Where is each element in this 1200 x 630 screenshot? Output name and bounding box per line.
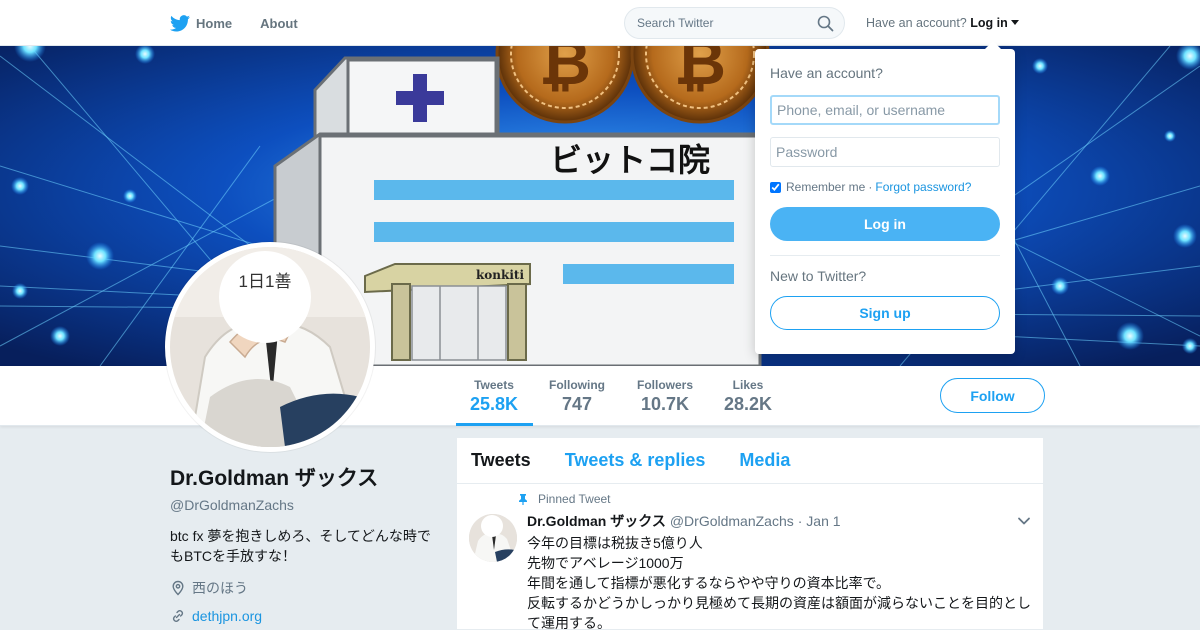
- tweet-author-avatar[interactable]: [469, 514, 517, 562]
- login-prompt: Have an account? Log in: [866, 16, 1019, 30]
- twitter-bird-icon: [170, 14, 190, 31]
- timeline-tabs: Tweets Tweets & replies Media: [457, 438, 1043, 484]
- stat-label: Tweets: [474, 378, 514, 392]
- forgot-password-link[interactable]: Forgot password?: [875, 180, 971, 194]
- tweet-header: Dr.Goldman ザックス @DrGoldmanZachs · Jan 1: [527, 511, 1031, 531]
- profile-bio: btc fx 夢を抱きしめろ、そしてどんな時でもBTCを手放すな！: [170, 528, 431, 564]
- follow-button[interactable]: Follow: [940, 378, 1045, 413]
- bitcoin-symbol-icon: ₿: [674, 46, 726, 100]
- stat-value: 25.8K: [470, 394, 519, 414]
- tweet-author-handle[interactable]: @DrGoldmanZachs: [670, 513, 794, 529]
- profile-website[interactable]: dethjpn.org: [170, 608, 440, 624]
- search-box[interactable]: [624, 7, 845, 39]
- remember-me-checkbox[interactable]: [770, 181, 781, 193]
- login-dropdown-toggle[interactable]: Log in: [970, 16, 1019, 30]
- search-input[interactable]: [637, 16, 807, 30]
- nav-left: Home About: [170, 0, 326, 46]
- bitcoin-symbol-icon: ₿: [539, 46, 591, 100]
- shop-sign: konkiti: [476, 268, 524, 282]
- separator-dot: ·: [868, 180, 873, 194]
- tweet-text-line: 今年の目標は税抜き5億り人: [527, 535, 703, 551]
- remember-me-row: Remember me · Forgot password?: [770, 180, 1000, 194]
- stat-following[interactable]: Following 747: [547, 378, 607, 415]
- tweet-text-line: 反転するかどうかしっかり見極めて長期の資産は額面が減らないことを目的として運用す…: [527, 595, 1031, 630]
- stat-label: Following: [549, 378, 605, 392]
- remember-me-label[interactable]: Remember me: [786, 180, 865, 194]
- dropdown-heading: Have an account?: [770, 65, 883, 81]
- stat-label: Likes: [732, 378, 764, 392]
- profile-display-name[interactable]: Dr.Goldman ザックス: [170, 462, 440, 492]
- login-link-label: Log in: [970, 16, 1008, 30]
- tab-tweets[interactable]: Tweets: [471, 450, 531, 471]
- login-button[interactable]: Log in: [770, 207, 1000, 241]
- signup-button[interactable]: Sign up: [770, 296, 1000, 330]
- stat-followers[interactable]: Followers 10.7K: [635, 378, 695, 415]
- profile-avatar[interactable]: 1日1善: [165, 242, 375, 452]
- pinned-tweet[interactable]: Pinned Tweet Dr.Goldman ザックス @DrGoldmanZ…: [457, 484, 1043, 630]
- building-sign: ビットコ院: [550, 141, 710, 179]
- timeline: Tweets Tweets & replies Media Pinned Twe…: [456, 437, 1044, 630]
- about-link[interactable]: About: [260, 16, 298, 31]
- home-link[interactable]: Home: [170, 14, 233, 32]
- website-link[interactable]: dethjpn.org: [192, 608, 262, 624]
- stat-value: 28.2K: [723, 394, 773, 414]
- tweet-text-line: 年間を通して指標が悪化するならやや守りの資本比率で。: [527, 575, 891, 591]
- pinned-label: Pinned Tweet: [538, 492, 611, 506]
- tweet-avatar-photo: [469, 514, 517, 562]
- pinned-indicator: Pinned Tweet: [517, 492, 1031, 506]
- dropdown-divider: [770, 255, 1000, 256]
- stat-value: 747: [561, 394, 593, 414]
- tab-tweets-and-replies[interactable]: Tweets & replies: [565, 450, 706, 471]
- tweet-content: Dr.Goldman ザックス @DrGoldmanZachs · Jan 1 …: [527, 511, 1031, 630]
- tweet-timestamp[interactable]: · Jan 1: [798, 513, 841, 529]
- avatar-photo: 1日1善: [170, 247, 370, 447]
- stat-label: Followers: [636, 378, 693, 392]
- have-account-text: Have an account?: [866, 16, 967, 30]
- new-to-twitter-text: New to Twitter?: [770, 268, 867, 284]
- stat-tweets[interactable]: Tweets 25.8K: [470, 378, 518, 415]
- username-field[interactable]: [770, 95, 1000, 125]
- stat-likes[interactable]: Likes 28.2K: [723, 378, 773, 415]
- tweet-text-line: 先物でアベレージ1000万: [527, 555, 684, 571]
- chevron-down-icon[interactable]: [1017, 514, 1031, 528]
- active-stat-underline: [456, 423, 533, 426]
- location-text: 西のほう: [192, 580, 248, 596]
- search-icon[interactable]: [817, 15, 834, 32]
- tab-media[interactable]: Media: [739, 450, 790, 471]
- caret-down-icon: [1010, 20, 1019, 25]
- home-label: Home: [196, 15, 233, 31]
- top-navigation: Home About Have an account? Log in: [0, 0, 1200, 46]
- tweet-text: 今年の目標は税抜き5億り人 先物でアベレージ1000万 年間を通して指標が悪化す…: [527, 533, 1031, 630]
- profile-location: 西のほう: [170, 578, 440, 598]
- stat-value: 10.7K: [640, 394, 690, 414]
- profile-handle[interactable]: @DrGoldmanZachs: [170, 497, 440, 513]
- password-field[interactable]: [770, 137, 1000, 167]
- tweet-author-name[interactable]: Dr.Goldman ザックス: [527, 511, 666, 531]
- profile-header-card: Dr.Goldman ザックス @DrGoldmanZachs btc fx 夢…: [170, 462, 440, 624]
- location-pin-icon: [172, 580, 184, 596]
- pin-icon: [519, 494, 527, 505]
- avatar-caption: 1日1善: [239, 272, 292, 291]
- link-icon: [172, 610, 184, 622]
- about-label: About: [260, 15, 298, 31]
- login-dropdown: Have an account? Remember me · Forgot pa…: [755, 41, 1015, 354]
